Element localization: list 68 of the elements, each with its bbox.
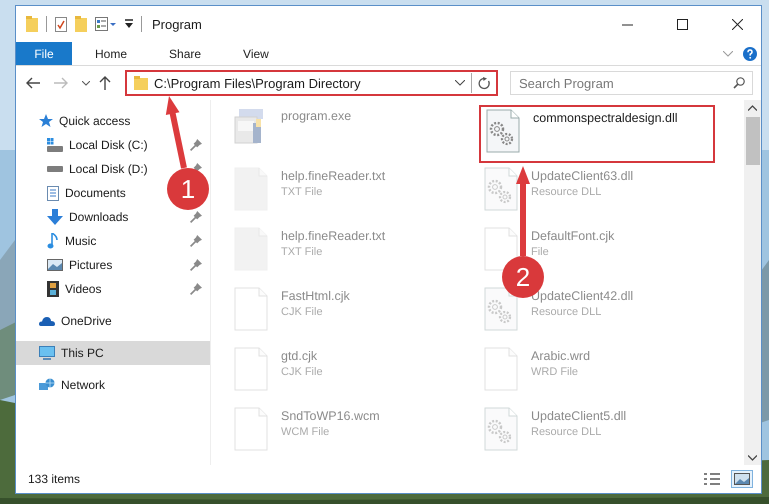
pin-icon[interactable] [190, 283, 202, 295]
file-icon[interactable] [483, 227, 519, 271]
file-type: WCM File [281, 426, 330, 438]
file-type: TXT File [281, 246, 324, 258]
sidebar-item[interactable]: Local Disk (D:) [47, 157, 152, 181]
close-icon[interactable] [732, 18, 743, 30]
pin-icon[interactable] [190, 211, 202, 223]
scroll-up-icon[interactable] [748, 105, 757, 111]
star-icon [39, 114, 53, 128]
film-icon [47, 281, 59, 297]
scroll-down-icon[interactable] [748, 455, 757, 461]
sidebar-item[interactable]: Pictures [47, 253, 116, 277]
folder-icon [134, 76, 148, 90]
file-type: File [531, 246, 550, 258]
network-icon [39, 378, 55, 392]
sidebar-item[interactable]: OneDrive [16, 309, 210, 333]
sidebar-item[interactable]: Documents [47, 181, 130, 205]
help-icon[interactable] [743, 46, 757, 60]
sidebar-item[interactable]: Quick access [16, 109, 210, 133]
document-icon [47, 186, 59, 200]
ribbon-tab[interactable]: View [228, 42, 284, 65]
properties-icon[interactable] [55, 16, 67, 32]
ribbon-tab[interactable]: Share [154, 42, 216, 65]
file-type: Resource DLL [531, 186, 602, 198]
pin-icon[interactable] [190, 259, 202, 271]
scrollbar-thumb[interactable] [746, 117, 760, 165]
refresh-icon[interactable] [478, 76, 491, 90]
search-field[interactable]: Search Program [510, 71, 753, 95]
item-count: 133 items [28, 472, 80, 486]
search-icon[interactable] [733, 77, 745, 89]
file-type: Resource DLL [531, 306, 602, 318]
maximize-icon[interactable] [677, 18, 688, 30]
ribbon-tab[interactable]: Home [80, 42, 142, 65]
drive-icon [47, 138, 63, 152]
drive-icon [47, 165, 63, 173]
monitor-icon [39, 346, 55, 360]
sidebar-item[interactable]: Downloads [47, 205, 132, 229]
pin-icon[interactable] [190, 139, 202, 151]
chevron-icon[interactable] [723, 50, 733, 56]
cloud-icon [39, 316, 55, 326]
file-type: Resource DLL [531, 426, 602, 438]
number-badge: 1 [167, 168, 209, 210]
address-path: C:\Program Files\Program Directory [154, 76, 362, 90]
music-note-icon [47, 233, 59, 249]
file-type: TXT File [281, 186, 324, 198]
sidebar-item[interactable]: Network [16, 373, 210, 397]
file-type: WRD File [531, 366, 580, 378]
back-icon[interactable] [26, 77, 40, 89]
ribbon-tab[interactable]: File [16, 42, 72, 65]
gear-file-icon[interactable] [485, 109, 521, 153]
dropdown-icon[interactable] [455, 80, 465, 86]
large-icons-view-icon[interactable] [731, 470, 753, 488]
file-type: CJK File [281, 366, 323, 378]
view-icon[interactable] [95, 17, 117, 31]
file-name[interactable]: commonspectraldesign.dll [533, 111, 678, 125]
sidebar-item[interactable]: Videos [47, 277, 106, 301]
sidebar-item[interactable]: Music [47, 229, 100, 253]
sidebar-item[interactable]: Local Disk (C:) [47, 133, 152, 157]
dropdown-icon[interactable] [125, 19, 133, 29]
address-bar[interactable]: C:\Program Files\Program Directory [125, 70, 498, 96]
pin-icon[interactable] [190, 235, 202, 247]
download-arrow-icon [47, 209, 63, 225]
up-icon[interactable] [99, 76, 111, 90]
recent-icon[interactable] [82, 80, 90, 86]
picture-frame-icon [47, 259, 63, 271]
window-title: Program [152, 16, 202, 32]
sidebar-item[interactable]: This PC [16, 341, 210, 365]
file-type: CJK File [281, 306, 324, 318]
